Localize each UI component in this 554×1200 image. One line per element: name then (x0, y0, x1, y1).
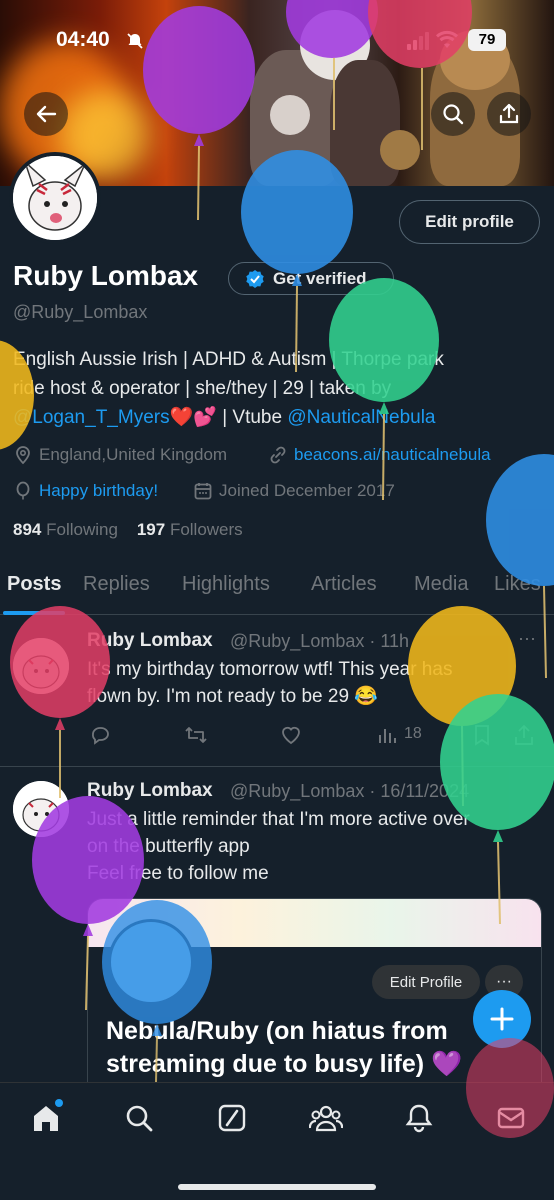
messages-icon (497, 1107, 525, 1129)
share-button[interactable] (487, 92, 531, 136)
get-verified-button[interactable]: Get verified (228, 262, 394, 295)
post-actions: 18 (87, 720, 537, 750)
compose-button[interactable] (473, 990, 531, 1048)
nav-home[interactable] (29, 1099, 63, 1135)
bookmark-icon[interactable] (472, 724, 492, 746)
link-icon (270, 446, 286, 464)
nav-grok[interactable] (215, 1101, 249, 1135)
bio-emoji: ❤️💕 (169, 407, 217, 428)
home-indicator (178, 1184, 376, 1190)
website-row[interactable]: beacons.ai/nauticalnebula (268, 445, 491, 465)
location-row: England,United Kingdom (13, 445, 227, 465)
bio-mention-link[interactable]: @Logan_T_Myers (13, 407, 170, 428)
nav-explore[interactable] (122, 1101, 156, 1135)
card-edit-profile-button[interactable]: Edit Profile (372, 965, 480, 999)
user-handle: @Ruby_Lombax (13, 302, 148, 322)
edit-profile-button[interactable]: Edit profile (399, 200, 540, 244)
tab-articles[interactable]: Articles (311, 573, 377, 596)
tab-posts[interactable]: Posts (7, 573, 61, 596)
compose-plus-icon (490, 1007, 514, 1031)
nav-notifications[interactable] (402, 1101, 436, 1135)
post-text: Just a little reminder that I'm more act… (87, 806, 527, 887)
tab-replies[interactable]: Replies (83, 573, 150, 596)
status-bar: 04:40 79 (0, 22, 554, 62)
bio-separator: | Vtube (216, 407, 288, 428)
post-text-line: on the butterfly app (87, 836, 250, 857)
share-icon[interactable] (514, 724, 534, 746)
reply-icon[interactable] (89, 724, 111, 746)
followers-link[interactable]: 197 Followers (137, 520, 243, 539)
post-text-line: Just a little reminder that I'm more act… (87, 809, 470, 830)
silent-mode-icon (127, 33, 143, 49)
joined-row: Joined December 2017 (193, 481, 395, 501)
bio-line: ride host & operator | she/they | 29 | t… (13, 378, 392, 399)
post-text-line: Feel free to follow me (87, 863, 269, 884)
post-author-name[interactable]: Ruby Lombax (87, 780, 213, 802)
card-avatar (108, 919, 194, 1005)
like-icon[interactable] (280, 724, 302, 746)
post-avatar[interactable] (13, 781, 69, 837)
calendar-icon (194, 483, 212, 500)
search-icon (443, 104, 464, 125)
bio-mention-link[interactable]: @NauticalNebula (287, 407, 435, 428)
status-time: 04:40 (56, 28, 110, 51)
share-icon (499, 103, 519, 124)
battery-indicator: 79 (468, 29, 506, 51)
post-avatar[interactable] (13, 638, 69, 694)
active-tab-indicator (3, 611, 65, 615)
post-more-button[interactable]: ··· (518, 628, 536, 649)
post-handle-time: @Ruby_Lombax · 16/11/2024 (230, 781, 470, 801)
post-handle-time: @Ruby_Lombax · 11h (230, 631, 410, 651)
followers-label: Followers (169, 520, 243, 539)
profile-tabs: Posts Replies Highlights Articles Media … (0, 565, 554, 615)
grok-icon (218, 1104, 246, 1132)
birthday-row: Happy birthday! (13, 481, 158, 501)
views-icon[interactable] (377, 725, 397, 745)
home-notification-dot (55, 1099, 63, 1107)
post-text-line: flown by. I'm not ready to be 29 😂 (87, 686, 378, 707)
birthday-text: Happy birthday! (39, 481, 159, 500)
get-verified-label: Get verified (273, 268, 367, 288)
tab-highlights[interactable]: Highlights (182, 573, 270, 596)
tab-media[interactable]: Media (414, 573, 468, 596)
nav-communities[interactable] (309, 1101, 343, 1135)
balloon-icon (16, 481, 30, 500)
notifications-icon (405, 1104, 433, 1133)
tab-likes[interactable]: Likes (494, 573, 541, 596)
nav-messages[interactable] (494, 1101, 528, 1135)
explore-icon (126, 1105, 153, 1132)
following-link[interactable]: 894 Following (13, 520, 118, 539)
bio-line: English Aussie Irish | ADHD & Autism | T… (13, 349, 444, 370)
bio-line: @Logan_T_Myers❤️💕 | Vtube @NauticalNebul… (13, 403, 533, 432)
following-label: Following (46, 520, 118, 539)
card-title: Nebula/Ruby (on hiatus from streaming du… (106, 1017, 463, 1078)
link-preview-card[interactable]: Edit Profile ··· Nebula/Ruby (on hiatus … (87, 898, 542, 1098)
back-button[interactable] (24, 92, 68, 136)
post-author-name[interactable]: Ruby Lombax (87, 630, 213, 652)
followers-count: 197 (136, 520, 166, 539)
follow-stats: 894 Following 197 Followers (13, 520, 243, 540)
verified-badge-icon (246, 269, 264, 288)
post-text-line: It's my birthday tomorrow wtf! This year… (87, 659, 453, 680)
location-text: England,United Kingdom (39, 445, 228, 464)
profile-avatar[interactable] (9, 152, 101, 244)
joined-text: Joined December 2017 (219, 481, 395, 500)
retweet-icon[interactable] (184, 724, 208, 746)
following-count: 894 (13, 520, 42, 539)
signal-icon (407, 32, 429, 50)
avatar-image (13, 156, 97, 240)
profile-bio: English Aussie Irish | ADHD & Autism | T… (13, 345, 533, 432)
wifi-icon (436, 30, 458, 48)
bottom-navigation (0, 1082, 554, 1200)
post-text: It's my birthday tomorrow wtf! This year… (87, 656, 527, 710)
location-pin-icon (16, 446, 30, 465)
display-name: Ruby Lombax (13, 260, 199, 291)
back-arrow-icon (36, 105, 57, 123)
website-link[interactable]: beacons.ai/nauticalnebula (294, 445, 491, 465)
search-button[interactable] (431, 92, 475, 136)
communities-icon (309, 1105, 343, 1132)
views-count: 18 (404, 725, 422, 742)
